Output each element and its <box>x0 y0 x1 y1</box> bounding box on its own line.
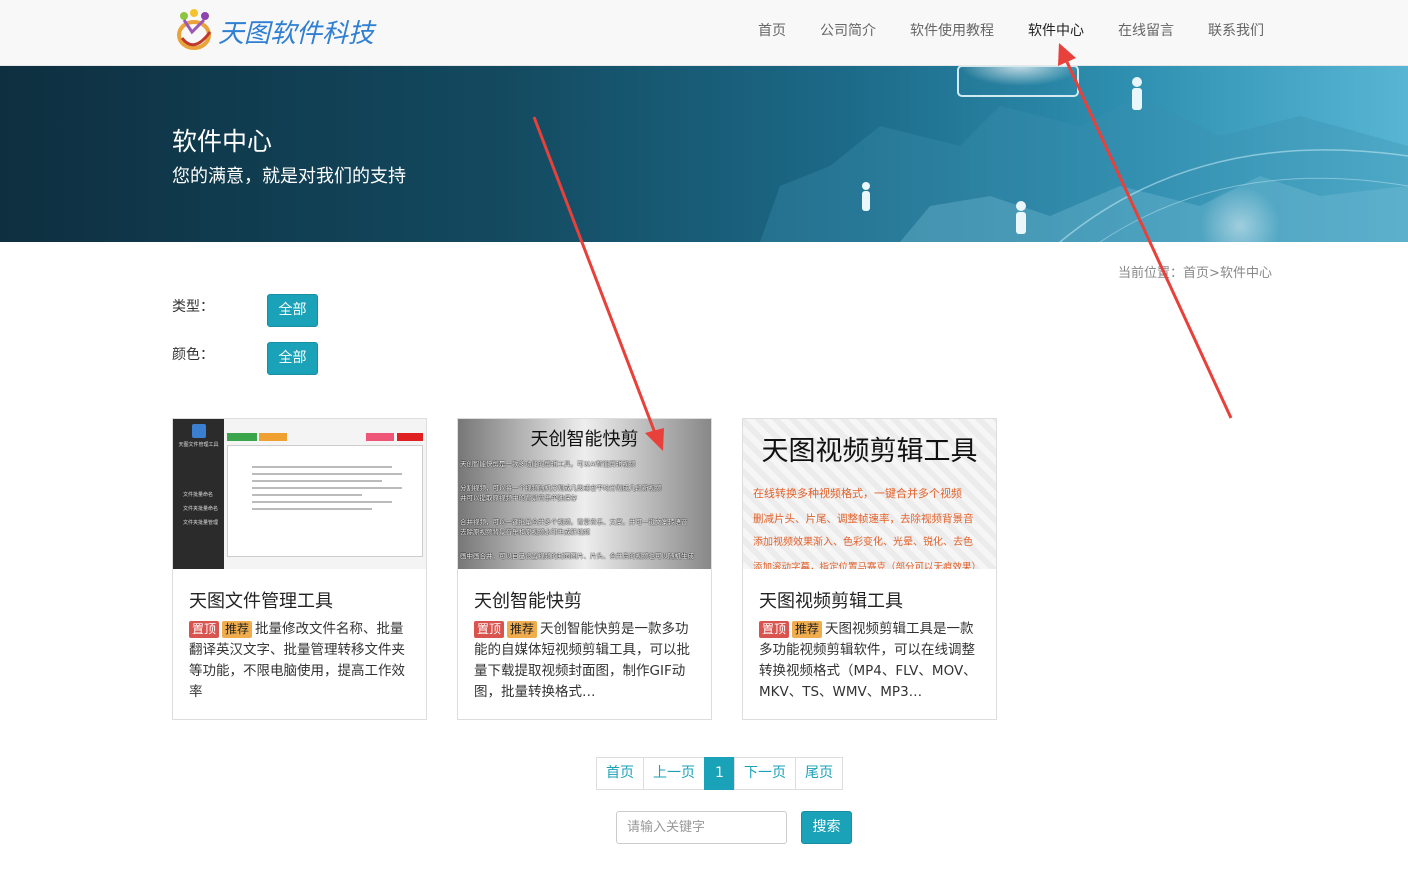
banner-title: 软件中心 <box>172 127 273 156</box>
thumb-red-button <box>397 433 423 441</box>
filter-type-all-button[interactable]: 全部 <box>267 294 318 327</box>
thumb-line: 合并视频，可以一键批量合并多个视频，背景音乐、文案，并可一键文案转语音 <box>460 518 688 526</box>
product-card[interactable]: 天图文件管理工具 文件批量命名 文件夹批量命名 文件夹批量管理 天图文件管理工具… <box>172 418 427 720</box>
thumb-orange-button <box>259 433 287 441</box>
thumb-line: 并可以提取原视频中的背景音乐单独保存 <box>460 494 577 502</box>
thumb-sidebar: 天图文件管理工具 文件批量命名 文件夹批量命名 文件夹批量管理 <box>173 419 224 569</box>
search-button[interactable]: 搜索 <box>801 811 852 844</box>
product-description: 置顶 推荐 天图视频剪辑工具是一款多功能视频剪辑软件，可以在线调整转换视频格式（MP… <box>759 619 981 703</box>
thumb-menu-item: 文件夹批量命名 <box>183 506 219 512</box>
thumb-heading: 天图视频剪辑工具 <box>761 436 978 467</box>
product-description: 置顶 推荐 天创智能快剪是一款多功能的自媒体短视频剪辑工具，可以批量下载提取视频封面… <box>474 619 696 703</box>
breadcrumb-home[interactable]: 首页 <box>1183 266 1209 281</box>
thumb-panel <box>227 445 423 557</box>
breadcrumb-separator: > <box>1209 266 1220 281</box>
product-title[interactable]: 天创智能快剪 <box>474 587 582 613</box>
filter-color-all-button[interactable]: 全部 <box>267 342 318 375</box>
pager-prev-button[interactable]: 上一页 <box>643 757 705 790</box>
thumb-line: 添加滚动字幕，指定位置马赛克（部分可以无痕效果） <box>753 561 982 570</box>
nav-about[interactable]: 公司简介 <box>803 0 893 62</box>
product-thumbnail[interactable]: 天创智能快剪 天创智能快剪是一款多功能的剪辑工具，可以AI智能剪辑视频 分割视频… <box>458 419 711 569</box>
product-card[interactable]: 天创智能快剪 天创智能快剪是一款多功能的剪辑工具，可以AI智能剪辑视频 分割视频… <box>457 418 712 720</box>
pager-next-button[interactable]: 下一页 <box>734 757 796 790</box>
thumb-line: 添加视频效果渐入、色彩变化、光晕、锐化、去色 <box>753 537 973 548</box>
breadcrumb-prefix: 当前位置： <box>1118 266 1184 281</box>
pinned-badge: 置顶 <box>189 621 220 638</box>
thumb-menu-item: 文件批量命名 <box>183 492 214 498</box>
thumb-line: 天创智能快剪是一款多功能的剪辑工具，可以AI智能剪辑视频 <box>460 460 636 468</box>
search-input[interactable] <box>616 811 787 844</box>
thumb-line: 去除原视频背景音乐和原视频水印生成新视频 <box>460 528 590 536</box>
thumb-line: 画中画合并，可以自己设置视频的封面图片、片头、合并后的视频也可以随机生成 <box>460 552 694 560</box>
nav-tutorials[interactable]: 软件使用教程 <box>893 0 1011 62</box>
thumb-line: 删减片头、片尾、调整帧速率，去除视频背景音 <box>753 512 974 525</box>
site-logo[interactable]: 天图软件科技 <box>174 6 374 56</box>
nav-home[interactable]: 首页 <box>741 0 803 62</box>
pager-current-page[interactable]: 1 <box>704 757 735 790</box>
breadcrumb-current[interactable]: 软件中心 <box>1220 266 1272 281</box>
product-title[interactable]: 天图文件管理工具 <box>189 587 333 613</box>
thumb-line: 分割视频，可以将一个视频随机分割成几段或者平均分割成几段新视频 <box>460 484 662 492</box>
main-nav: 首页 公司简介 软件使用教程 软件中心 在线留言 联系我们 <box>741 0 1281 62</box>
filter-color-label: 颜色： <box>172 347 214 363</box>
recommended-badge: 推荐 <box>222 621 253 638</box>
recommended-badge: 推荐 <box>507 621 538 638</box>
nav-message[interactable]: 在线留言 <box>1101 0 1191 62</box>
product-card[interactable]: 天图视频剪辑工具 在线转换多种视频格式，一键合并多个视频 删减片头、片尾、调整帧… <box>742 418 997 720</box>
thumb-line: 在线转换多种视频格式，一键合并多个视频 <box>753 487 962 500</box>
thumb-menu-item: 文件夹批量管理 <box>183 520 219 526</box>
recommended-badge: 推荐 <box>792 621 823 638</box>
pager-last-button[interactable]: 尾页 <box>795 757 843 790</box>
pager-first-button[interactable]: 首页 <box>596 757 644 790</box>
app-icon <box>191 424 206 438</box>
logo-text: 天图软件科技 <box>218 18 375 49</box>
product-thumbnail[interactable]: 天图视频剪辑工具 在线转换多种视频格式，一键合并多个视频 删减片头、片尾、调整帧… <box>743 419 996 569</box>
product-description: 置顶 推荐 批量修改文件名称、批量翻译英汉文字、批量管理转移文件夹等功能，不限电脑使… <box>189 619 411 703</box>
thumb-heading: 天创智能快剪 <box>530 429 639 450</box>
logo-mark-icon <box>174 8 220 54</box>
pinned-badge: 置顶 <box>474 621 505 638</box>
page-banner: 软件中心 您的满意，就是对我们的支持 <box>0 66 1408 242</box>
thumb-green-button <box>227 433 257 441</box>
filter-type-label: 类型： <box>172 299 214 315</box>
nav-contact[interactable]: 联系我们 <box>1191 0 1281 62</box>
pagination: 首页 上一页 1 下一页 尾页 <box>596 757 843 790</box>
nav-software-center[interactable]: 软件中心 <box>1011 0 1101 62</box>
breadcrumb: 当前位置：首页>软件中心 <box>1118 262 1272 281</box>
thumb-pink-button <box>366 433 394 441</box>
banner-subtitle: 您的满意，就是对我们的支持 <box>172 166 406 187</box>
site-header: 天图软件科技 首页 公司简介 软件使用教程 软件中心 在线留言 联系我们 <box>0 0 1408 66</box>
pinned-badge: 置顶 <box>759 621 790 638</box>
thumb-app-name: 天图文件管理工具 <box>178 442 219 448</box>
product-thumbnail[interactable]: 天图文件管理工具 文件批量命名 文件夹批量命名 文件夹批量管理 <box>173 419 426 569</box>
product-title[interactable]: 天图视频剪辑工具 <box>759 587 903 613</box>
